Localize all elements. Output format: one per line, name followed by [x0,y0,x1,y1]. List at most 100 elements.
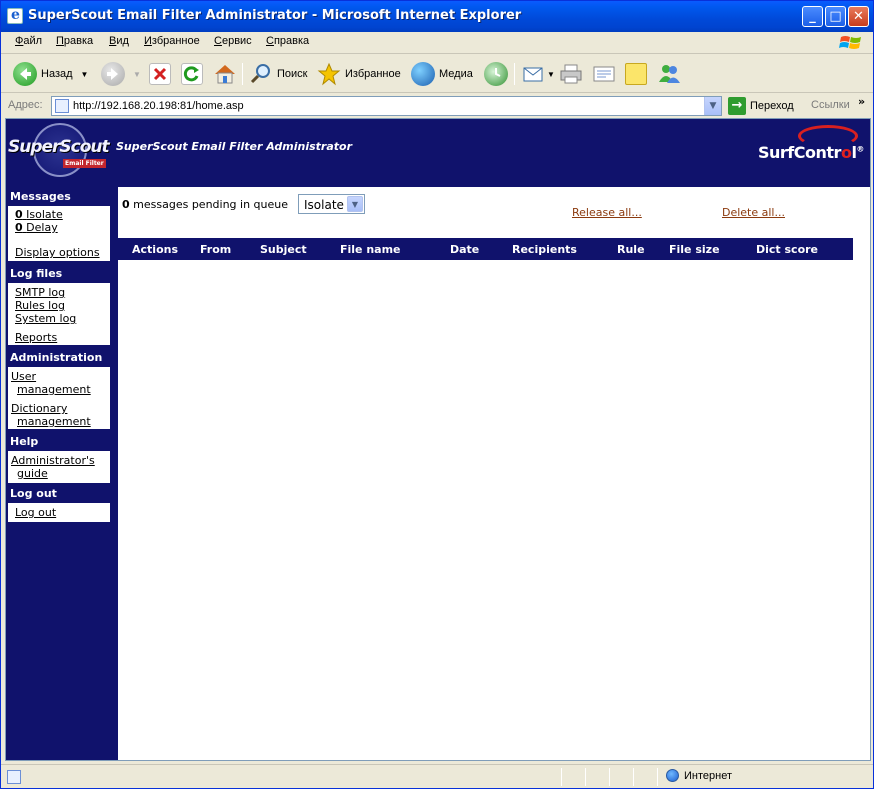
menu-view[interactable]: Вид [109,35,129,47]
menu-file[interactable]: Файл [15,35,42,47]
forward-dropdown-icon[interactable]: ▼ [133,70,141,79]
windows-logo-icon [839,36,861,49]
delay-link[interactable]: 0 Delay [15,221,58,234]
col-from[interactable]: From [200,243,231,256]
ie-icon [7,7,23,24]
search-button[interactable]: Поиск [249,62,307,86]
address-input[interactable]: http://192.168.20.198:81/home.asp ▼ [51,96,722,116]
refresh-button[interactable] [181,62,203,86]
favorites-button[interactable]: Избранное [317,62,401,86]
close-button[interactable]: ✕ [848,6,869,27]
refresh-icon [181,63,203,85]
logout-link[interactable]: Log out [15,506,56,519]
status-bar: Интернет [1,764,873,788]
search-label: Поиск [277,68,308,80]
logout-heading: Log out [10,487,57,500]
reports-link[interactable]: Reports [15,331,57,344]
back-button[interactable]: Назад ▼ [13,62,88,86]
rules-log-link[interactable]: Rules log [15,299,65,312]
col-file-size[interactable]: File size [669,243,720,256]
toolbar-separator [514,63,515,85]
user-management-link[interactable]: User [11,370,36,383]
minimize-icon: _ [809,9,816,24]
user-management-link-cont[interactable]: management [17,383,91,396]
menu-tools[interactable]: Сервис [214,35,252,47]
home-button[interactable] [213,62,237,86]
security-zone[interactable]: Интернет [666,769,732,782]
title-bar[interactable]: SuperScout Email Filter Administrator - … [1,1,873,32]
address-label: Адрес: [8,99,43,111]
edit-button[interactable] [592,62,616,86]
maximize-button[interactable]: □ [825,6,846,27]
minimize-button[interactable]: _ [802,6,823,27]
stop-button[interactable] [149,62,171,86]
queue-select[interactable]: Isolate ▼ [298,194,365,214]
status-divider [633,768,634,786]
col-dict-score[interactable]: Dict score [756,243,818,256]
logo-badge: Email Filter [63,159,106,168]
col-subject[interactable]: Subject [260,243,307,256]
address-url[interactable]: http://192.168.20.198:81/home.asp [73,100,244,112]
smtp-log-link[interactable]: SMTP log [15,286,65,299]
messages-table-header: Actions From Subject File name Date Reci… [118,238,853,260]
note-icon [625,63,647,85]
system-log-link[interactable]: System log [15,312,76,325]
discuss-button[interactable] [625,62,647,86]
address-dropdown-icon[interactable]: ▼ [704,97,721,115]
logout-box: Log out [8,503,110,522]
logfiles-box: SMTP log Rules log System log Reports [8,283,110,345]
forward-button[interactable]: ▼ [101,62,141,86]
dictionary-management-link[interactable]: Dictionary [11,402,67,415]
media-button[interactable]: Медиа [411,62,473,86]
surfcontrol-logo: SurfControl® [758,125,868,167]
isolate-link[interactable]: 0 Isolate [15,208,63,221]
help-heading: Help [10,435,39,448]
go-arrow-icon: → [728,97,746,115]
mail-dropdown-icon[interactable]: ▼ [547,70,555,79]
star-icon [317,62,341,86]
release-all-link[interactable]: Release all... [572,206,642,219]
media-icon [411,62,435,86]
status-divider [657,768,658,786]
messenger-button[interactable] [657,62,681,86]
administration-box: User management Dictionary management [8,367,110,429]
media-label: Медиа [439,68,473,80]
forward-arrow-icon [101,62,125,86]
links-button[interactable]: Ссылки [811,99,850,111]
col-file-name[interactable]: File name [340,243,401,256]
status-divider [585,768,586,786]
col-actions[interactable]: Actions [132,243,178,256]
menu-help[interactable]: Справка [266,35,309,47]
zone-label: Интернет [684,769,732,782]
logfiles-heading: Log files [10,267,63,280]
status-divider [609,768,610,786]
col-date[interactable]: Date [450,243,479,256]
favorites-label: Избранное [345,68,401,80]
admin-guide-link[interactable]: Administrator's [11,454,95,467]
pending-count: 0 [122,198,130,211]
toolbar: Назад ▼ ▼ Поиск Избранное Медиа ▼ [1,55,873,93]
menu-bar: Файл Правка Вид Избранное Сервис Справка [1,32,873,54]
print-button[interactable] [559,62,583,86]
chevron-down-icon[interactable]: ▼ [347,196,363,212]
banner-title: SuperScout Email Filter Administrator [116,140,353,153]
history-button[interactable] [484,62,508,86]
stop-icon [149,63,171,85]
back-dropdown-icon[interactable]: ▼ [81,70,89,79]
display-options-link[interactable]: Display options [15,246,100,259]
administration-heading: Administration [10,351,103,364]
col-rule[interactable]: Rule [617,243,645,256]
admin-guide-link-cont[interactable]: guide [17,467,48,480]
dictionary-management-link-cont[interactable]: management [17,415,91,428]
menu-edit[interactable]: Правка [56,35,93,47]
page-viewport[interactable]: SuperScout Email Filter SuperScout Email… [5,118,871,761]
mail-button[interactable]: ▼ [522,62,555,86]
menu-favorites[interactable]: Избранное [144,35,200,47]
delete-all-link[interactable]: Delete all... [722,206,785,219]
page-icon [55,99,69,113]
messenger-icon [657,62,681,86]
globe-icon [666,769,679,782]
chevron-right-icon[interactable]: » [858,95,865,108]
go-button[interactable]: → Переход [728,97,794,115]
col-recipients[interactable]: Recipients [512,243,577,256]
